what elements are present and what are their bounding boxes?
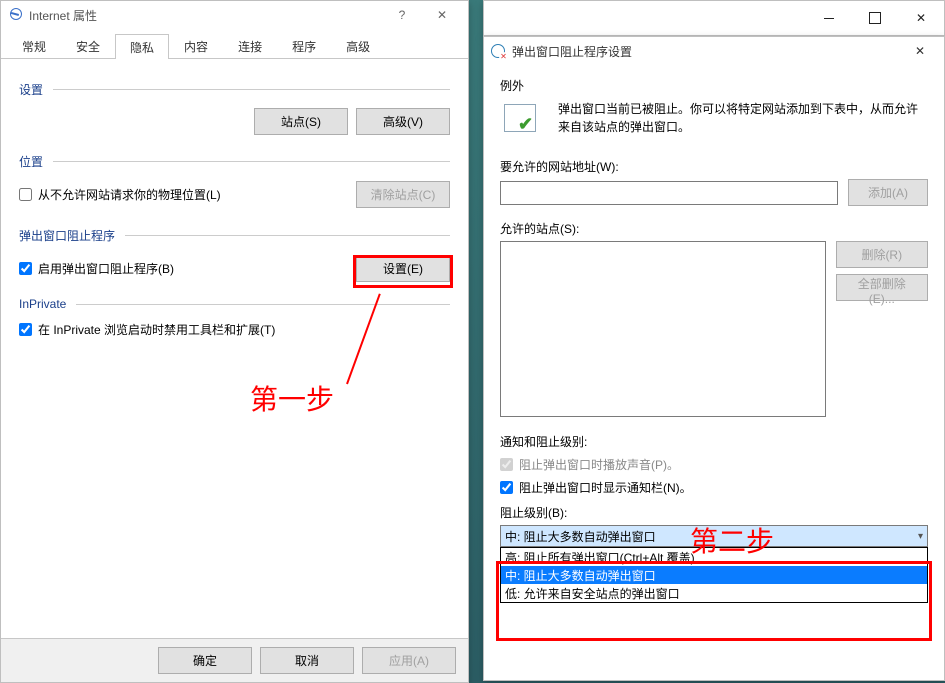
allow-address-label: 要允许的网站地址(W):: [500, 158, 928, 175]
tab-programs[interactable]: 程序: [277, 33, 331, 58]
tab-strip: 常规 安全 隐私 内容 连接 程序 高级: [1, 33, 468, 59]
inprivate-header: InPrivate: [19, 297, 66, 311]
clear-sites-button[interactable]: 清除站点(C): [356, 181, 450, 208]
cancel-button[interactable]: 取消: [260, 647, 354, 674]
inprivate-checkbox[interactable]: [19, 323, 32, 336]
popup-blocker-settings-window: 弹出窗口阻止程序设置 ✕ 例外 弹出窗口当前已被阻止。你可以将特定网站添加到下表…: [483, 36, 945, 681]
allow-list-icon: [500, 100, 544, 144]
location-checkbox-row[interactable]: 从不允许网站请求你的物理位置(L): [19, 186, 221, 203]
maximize-button[interactable]: [852, 1, 898, 35]
sound-checkbox[interactable]: [500, 458, 513, 471]
close-button[interactable]: ✕: [902, 38, 938, 64]
annotation-step1-text: 第一步: [250, 378, 334, 418]
notification-checkbox-row[interactable]: 阻止弹出窗口时显示通知栏(N)。: [500, 479, 928, 496]
minimize-button[interactable]: [806, 1, 852, 35]
allow-address-input[interactable]: [500, 181, 838, 205]
inprivate-label: 在 InPrivate 浏览启动时禁用工具栏和扩展(T): [38, 321, 275, 338]
enable-popup-row[interactable]: 启用弹出窗口阻止程序(B): [19, 260, 174, 277]
titlebar: Internet 属性 ? ✕: [1, 1, 468, 29]
info-text: 弹出窗口当前已被阻止。你可以将特定网站添加到下表中，从而允许来自该站点的弹出窗口…: [558, 100, 928, 144]
close-button[interactable]: ✕: [898, 1, 944, 35]
tab-connections[interactable]: 连接: [223, 33, 277, 58]
enable-popup-label: 启用弹出窗口阻止程序(B): [38, 260, 174, 277]
background-window: ✕: [483, 0, 945, 36]
annotation-step2-text: 第二步: [690, 520, 774, 560]
settings-header: 设置: [19, 81, 43, 98]
tab-general[interactable]: 常规: [7, 33, 61, 58]
sound-checkbox-label: 阻止弹出窗口时播放声音(P)。: [519, 456, 679, 473]
notification-checkbox[interactable]: [500, 481, 513, 494]
remove-button[interactable]: 删除(R): [836, 241, 928, 268]
sites-button[interactable]: 站点(S): [254, 108, 348, 135]
advanced-button[interactable]: 高级(V): [356, 108, 450, 135]
location-checkbox[interactable]: [19, 188, 32, 201]
allowed-sites-list[interactable]: [500, 241, 826, 417]
level-option-low[interactable]: 低: 允许来自安全站点的弹出窗口: [501, 584, 927, 602]
window-title: Internet 属性: [29, 7, 97, 24]
inprivate-row[interactable]: 在 InPrivate 浏览启动时禁用工具栏和扩展(T): [19, 321, 450, 338]
tab-content[interactable]: 内容: [169, 33, 223, 58]
internet-properties-window: Internet 属性 ? ✕ 常规 安全 隐私 内容 连接 程序 高级 设置 …: [0, 0, 469, 683]
location-header: 位置: [19, 153, 43, 170]
sound-checkbox-row[interactable]: 阻止弹出窗口时播放声音(P)。: [500, 456, 928, 473]
notification-section-label: 通知和阻止级别:: [500, 433, 928, 450]
exceptions-label: 例外: [500, 77, 928, 94]
allowed-sites-label: 允许的站点(S):: [500, 220, 928, 237]
help-button[interactable]: ?: [382, 2, 422, 28]
internet-icon: [7, 7, 23, 23]
tab-advanced[interactable]: 高级: [331, 33, 385, 58]
enable-popup-checkbox[interactable]: [19, 262, 32, 275]
location-checkbox-label: 从不允许网站请求你的物理位置(L): [38, 186, 221, 203]
block-level-label: 阻止级别(B):: [500, 504, 928, 521]
block-level-selected: 中: 阻止大多数自动弹出窗口: [505, 528, 656, 545]
popup-window-title: 弹出窗口阻止程序设置: [512, 43, 632, 60]
popup-settings-button[interactable]: 设置(E): [356, 255, 450, 282]
ok-button[interactable]: 确定: [158, 647, 252, 674]
tab-privacy[interactable]: 隐私: [115, 34, 169, 59]
notification-checkbox-label: 阻止弹出窗口时显示通知栏(N)。: [519, 479, 692, 496]
popup-blocker-icon: [490, 43, 506, 59]
apply-button[interactable]: 应用(A): [362, 647, 456, 674]
add-button[interactable]: 添加(A): [848, 179, 928, 206]
close-button[interactable]: ✕: [422, 2, 462, 28]
level-option-medium[interactable]: 中: 阻止大多数自动弹出窗口: [501, 566, 927, 584]
chevron-down-icon: ▾: [918, 531, 923, 542]
popup-blocker-header: 弹出窗口阻止程序: [19, 227, 115, 244]
tab-security[interactable]: 安全: [61, 33, 115, 58]
remove-all-button[interactable]: 全部删除(E)...: [836, 274, 928, 301]
